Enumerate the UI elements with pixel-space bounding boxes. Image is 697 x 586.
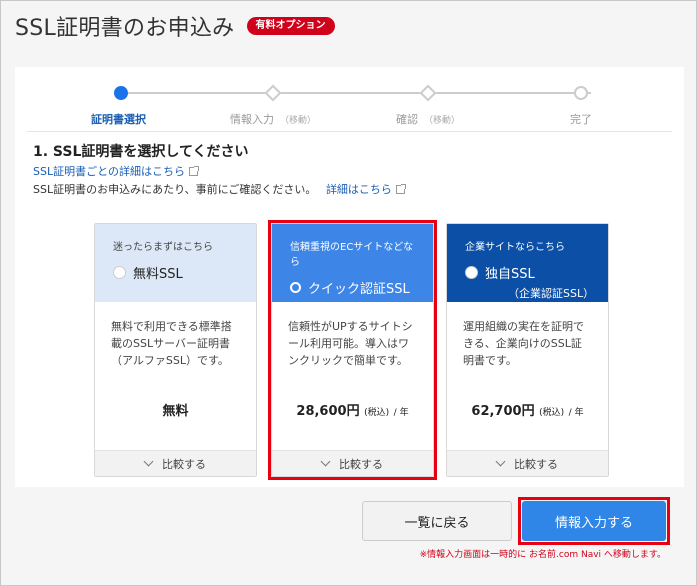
section-divider [27, 131, 672, 132]
stepper-line [121, 92, 591, 94]
plan-card-header: 信頼重視のECサイトなどなら クイック認証SSL [272, 224, 433, 302]
plan-title: 無料SSL [133, 267, 183, 282]
plan-radio[interactable] [113, 266, 126, 279]
plan-card-corporate[interactable]: 企業サイトならこちら 独自SSL （企業認証SSL） 運用組織の実在を証明できる… [446, 223, 609, 477]
step-1-marker [114, 86, 128, 100]
plan-subtitle: 迷ったらまずはこちら [113, 242, 213, 253]
plan-price: 62,700円 (税込) / 年 [471, 404, 584, 419]
footnote: ※情報入力画面は一時的に お名前.com Navi へ移動します。 [419, 550, 666, 560]
page-header: SSL証明書のお申込み 有料オプション [15, 11, 335, 41]
notice-row: SSL証明書のお申込みにあたり、事前にご確認ください。 詳細はこちら [33, 181, 406, 197]
plan-price: 28,600円 (税込) / 年 [296, 404, 409, 419]
compare-button[interactable]: 比較する [272, 450, 433, 476]
chevron-down-icon [320, 456, 331, 466]
plan-title: 独自SSL [485, 267, 535, 282]
compare-button[interactable]: 比較する [95, 450, 256, 476]
progress-stepper: 証明書選択 情報入力 （移動） 確認 （移動） 完了 [15, 83, 684, 126]
step-4-marker [574, 86, 588, 100]
external-link-icon [395, 184, 406, 194]
step-1-label: 証明書選択 [91, 113, 146, 126]
plan-description: 無料で利用できる標準搭載のSSLサーバー証明書（アルファSSL）です。 [111, 320, 232, 367]
plan-title-sub: （企業認証SSL） [508, 287, 595, 300]
enter-info-button[interactable]: 情報入力する [522, 501, 666, 541]
plan-subtitle: 企業サイトならこちら [465, 242, 565, 253]
external-link-icon [188, 166, 199, 176]
plan-title: クイック認証SSL [308, 282, 410, 297]
plan-card-header: 企業サイトならこちら 独自SSL （企業認証SSL） [447, 224, 608, 302]
page-title: SSL証明書のお申込み [15, 16, 235, 41]
ssl-detail-link[interactable]: SSL証明書ごとの詳細はこちら [33, 165, 185, 178]
step-3-label: 確認 （移動） [396, 113, 461, 126]
plan-card-quick[interactable]: 信頼重視のECサイトなどなら クイック認証SSL 信頼性がUPするサイトシール利… [271, 223, 434, 477]
chevron-down-icon [143, 456, 154, 466]
ssl-detail-link-row: SSL証明書ごとの詳細はこちら [33, 163, 199, 179]
step-4-label: 完了 [570, 113, 592, 126]
plan-description: 運用組織の実在を証明できる、企業向けのSSL証明書です。 [463, 320, 584, 367]
step-2-label: 情報入力 （移動） [230, 113, 317, 126]
plan-radio[interactable] [465, 266, 478, 279]
step-2-marker [264, 84, 282, 102]
plan-card-header: 迷ったらまずはこちら 無料SSL [95, 224, 256, 302]
back-to-list-button[interactable]: 一覧に戻る [362, 501, 512, 541]
notice-detail-link[interactable]: 詳細はこちら [326, 183, 392, 196]
compare-button[interactable]: 比較する [447, 450, 608, 476]
section-heading: 1. SSL証明書を選択してください [33, 144, 249, 160]
step-3-marker [419, 84, 437, 102]
plan-card-free[interactable]: 迷ったらまずはこちら 無料SSL 無料で利用できる標準搭載のSSLサーバー証明書… [94, 223, 257, 477]
plan-radio[interactable] [290, 282, 301, 293]
plan-description: 信頼性がUPするサイトシール利用可能。導入はワンクリックで簡単です。 [288, 320, 413, 367]
plan-subtitle: 信頼重視のECサイトなどなら [290, 242, 414, 268]
paid-option-badge: 有料オプション [246, 17, 335, 35]
notice-text: SSL証明書のお申込みにあたり、事前にご確認ください。 [33, 183, 317, 196]
chevron-down-icon [495, 456, 506, 466]
plan-price: 無料 [162, 404, 189, 419]
